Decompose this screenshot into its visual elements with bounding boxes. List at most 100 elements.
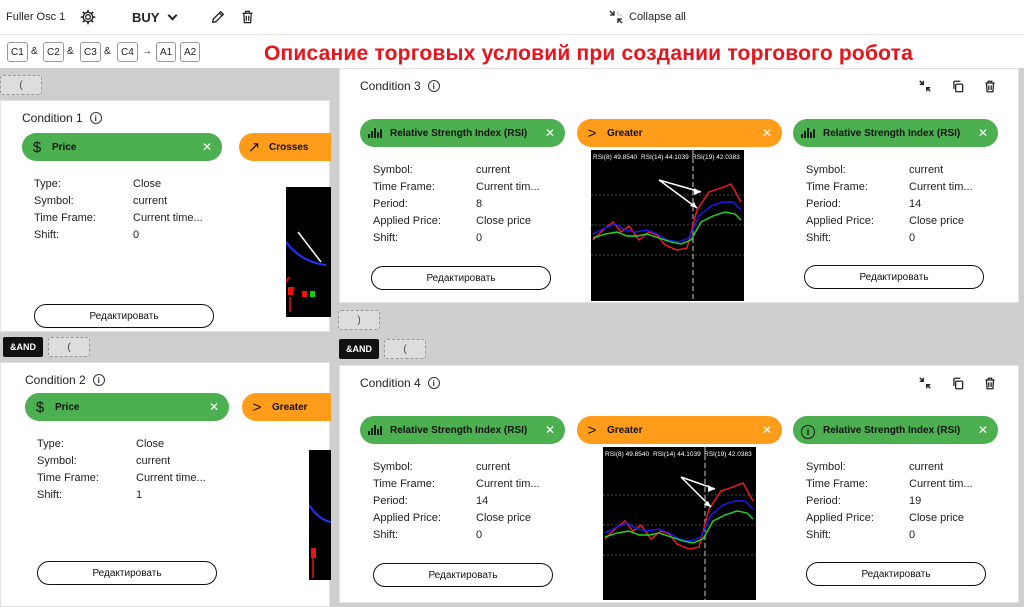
legend-rsi8: RSI(8) 49.8540 bbox=[605, 451, 649, 458]
indicator-pill-left[interactable]: Relative Strength Index (RSI) ✕ bbox=[360, 119, 565, 147]
price-pill[interactable]: $ Price ✕ bbox=[25, 393, 229, 421]
edit-condition-button[interactable]: Редактировать bbox=[37, 561, 217, 585]
copy-condition-button[interactable] bbox=[950, 78, 966, 94]
close-icon[interactable]: ✕ bbox=[762, 423, 772, 437]
param-row: Applied Price: Close price bbox=[373, 215, 532, 227]
param-row: Shift: 0 bbox=[373, 529, 483, 541]
info-icon[interactable]: i bbox=[427, 377, 440, 389]
arrow-up-right-icon: ↗ bbox=[247, 139, 261, 156]
pill-label: Relative Strength Index (RSI) bbox=[390, 127, 528, 139]
group-open-paren[interactable]: ( bbox=[0, 75, 42, 95]
greater-than-icon: > bbox=[587, 124, 597, 142]
param-row: Type: Close bbox=[37, 438, 165, 450]
formula-chip-c3[interactable]: C3 bbox=[80, 42, 101, 62]
greater-pill[interactable]: > Greater ✕ bbox=[577, 119, 782, 147]
close-icon[interactable]: ✕ bbox=[209, 400, 219, 414]
condition-3-card: Condition 3 i Relative Strength Index (R… bbox=[339, 68, 1019, 303]
param-row: Period: 19 bbox=[806, 495, 922, 507]
condition-4-right-params: Symbol: current Time Frame: Current tim...… bbox=[806, 461, 973, 546]
indicator-pill-right[interactable]: Relative Strength Index (RSI) ✕ bbox=[793, 119, 998, 147]
price-pill[interactable]: $ Price ✕ bbox=[22, 133, 222, 161]
edit-condition-button[interactable]: Редактировать bbox=[34, 304, 214, 328]
direction-dropdown[interactable]: BUY bbox=[132, 0, 178, 34]
collapse-condition-button[interactable] bbox=[917, 375, 933, 391]
edit-condition-button[interactable]: Редактировать bbox=[806, 562, 986, 586]
copy-icon bbox=[953, 377, 964, 389]
condition-2-params: Type: Close Symbol: current Time Frame: Cur… bbox=[37, 438, 206, 506]
close-icon[interactable]: ✕ bbox=[978, 126, 988, 140]
formula-chip-a2[interactable]: A2 bbox=[180, 42, 201, 62]
and-operator-button[interactable]: &AND bbox=[339, 339, 379, 359]
delete-condition-button[interactable] bbox=[982, 375, 998, 391]
pill-label: Relative Strength Index (RSI) bbox=[390, 424, 528, 436]
info-icon[interactable]: i bbox=[92, 374, 105, 386]
collapse-condition-button[interactable] bbox=[917, 78, 933, 94]
param-row: Shift: 1 bbox=[37, 489, 143, 501]
greater-pill[interactable]: > Greater ✕ bbox=[577, 416, 782, 444]
edit-condition-button[interactable]: Редактировать bbox=[373, 563, 553, 587]
pill-label: Price bbox=[52, 141, 77, 153]
param-row: Period: 8 bbox=[373, 198, 483, 210]
formula-chip-c4[interactable]: C4 bbox=[117, 42, 138, 62]
indicator-pill-right[interactable]: i Relative Strength Index (RSI) ✕ bbox=[793, 416, 998, 444]
delete-strategy-button[interactable] bbox=[240, 0, 255, 34]
param-row: Shift: 0 bbox=[806, 529, 916, 541]
copy-icon bbox=[953, 80, 964, 92]
info-icon[interactable]: i bbox=[427, 80, 440, 92]
pill-label: Crosses bbox=[269, 141, 309, 153]
condition-3-title: Condition 3 i bbox=[360, 79, 440, 93]
legend-rsi14: RSI(14) 44.1039 bbox=[653, 451, 701, 458]
and-operator-button[interactable]: &AND bbox=[3, 337, 43, 357]
param-row: Time Frame: Current tim... bbox=[373, 478, 540, 490]
formula-chip-c2[interactable]: C2 bbox=[43, 42, 64, 62]
collapse-all-button[interactable]: Collapse all bbox=[608, 0, 686, 34]
condition-4-card: Condition 4 i Relative Strength Index (R… bbox=[339, 365, 1019, 603]
condition-1-params: Type: Close Symbol: current Time Frame: Cur… bbox=[34, 178, 203, 246]
delete-condition-button[interactable] bbox=[982, 78, 998, 94]
group-open-paren[interactable]: ( bbox=[384, 339, 426, 359]
condition-1-card: Condition 1 i $ Price ✕ ↗ Crosses Type: C… bbox=[0, 100, 331, 332]
formula-chip-a1[interactable]: A1 bbox=[156, 42, 177, 62]
group-open-paren[interactable]: ( bbox=[48, 337, 90, 357]
condition-1-title: Condition 1 i bbox=[22, 111, 102, 125]
indicator-bars-icon bbox=[793, 125, 823, 142]
param-row: Time Frame: Current time... bbox=[34, 212, 203, 224]
legend-rsi19: RSI(19) 42.0383 bbox=[692, 154, 740, 161]
svg-text:.: . bbox=[593, 221, 594, 226]
close-icon[interactable]: ✕ bbox=[978, 423, 988, 437]
edit-strategy-button[interactable] bbox=[210, 0, 226, 34]
condition-4-left-params: Symbol: current Time Frame: Current tim...… bbox=[373, 461, 540, 546]
condition-title-text: Condition 3 bbox=[360, 79, 421, 93]
rsi-chart-preview: RSI(8) 49.8540 RSI(14) 44.1039 RSI(19) 4… bbox=[591, 150, 744, 301]
formula-chip-c1[interactable]: C1 bbox=[7, 42, 28, 62]
close-icon[interactable]: ✕ bbox=[545, 126, 555, 140]
crosses-pill[interactable]: ↗ Crosses bbox=[239, 133, 331, 161]
close-icon[interactable]: ✕ bbox=[545, 423, 555, 437]
param-row: Time Frame: Current time... bbox=[37, 472, 206, 484]
info-icon[interactable]: i bbox=[89, 112, 102, 124]
settings-button[interactable] bbox=[80, 0, 96, 34]
param-row: Period: 14 bbox=[806, 198, 922, 210]
indicator-bars-icon bbox=[360, 125, 390, 142]
pill-label: Price bbox=[55, 401, 80, 413]
rsi-chart-preview: RSI(8) 49.8540 RSI(14) 44.1039 RSI(19) 4… bbox=[603, 447, 756, 600]
copy-condition-button[interactable] bbox=[950, 375, 966, 391]
edit-condition-button[interactable]: Редактировать bbox=[804, 265, 984, 289]
annotation-arrows bbox=[680, 476, 716, 508]
edit-condition-button[interactable]: Редактировать bbox=[371, 266, 551, 290]
param-row: Period: 14 bbox=[373, 495, 489, 507]
condition-3-left-params: Symbol: current Time Frame: Current tim...… bbox=[373, 164, 540, 249]
rsi14-line bbox=[604, 500, 754, 542]
param-row: Symbol: current bbox=[806, 461, 944, 473]
param-row: Symbol: current bbox=[37, 455, 171, 467]
dollar-icon: $ bbox=[32, 138, 42, 156]
group-close-paren[interactable]: ) bbox=[338, 310, 380, 330]
close-icon[interactable]: ✕ bbox=[762, 126, 772, 140]
formula-and: & bbox=[67, 46, 74, 57]
close-icon[interactable]: ✕ bbox=[202, 140, 212, 154]
greater-than-icon: > bbox=[252, 398, 262, 416]
gear-icon bbox=[80, 9, 96, 25]
indicator-pill-left[interactable]: Relative Strength Index (RSI) ✕ bbox=[360, 416, 565, 444]
greater-pill[interactable]: > Greater bbox=[242, 393, 331, 421]
rsi14-line bbox=[592, 201, 742, 243]
